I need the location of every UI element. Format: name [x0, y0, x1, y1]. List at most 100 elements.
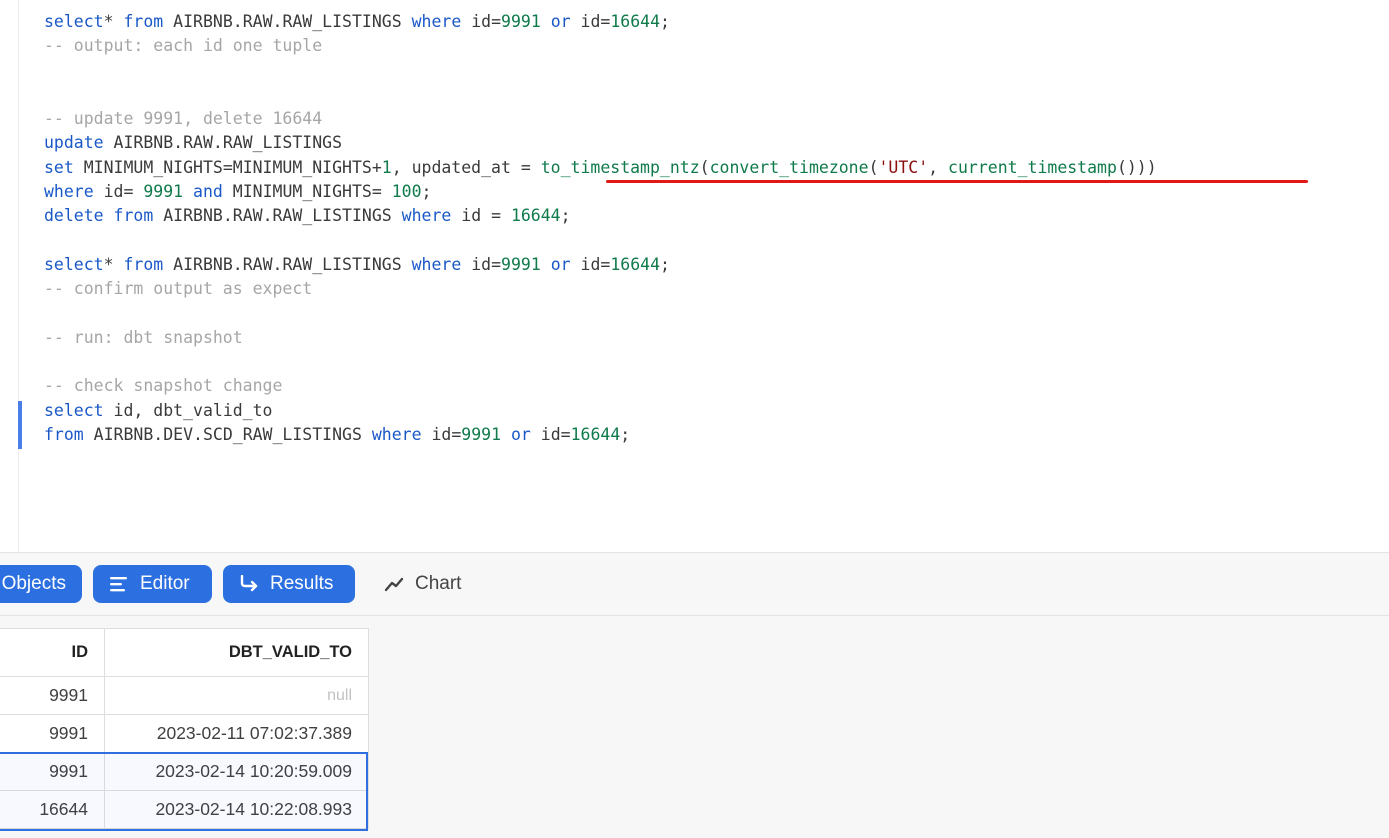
chart-line-icon: [384, 575, 404, 593]
cell-id[interactable]: 9991: [0, 676, 105, 715]
code-line[interactable]: -- confirm output as expect: [44, 277, 1157, 301]
code-token: ;: [660, 12, 670, 31]
code-token: id=: [93, 182, 144, 202]
code-token: ;: [421, 182, 432, 202]
result-toolbar: Objects Editor Results Chart: [0, 552, 1389, 616]
code-token: update: [44, 133, 104, 153]
code-token: select: [44, 12, 104, 31]
code-token: 9991: [501, 254, 541, 274]
table-row[interactable]: 9991 2023-02-11 07:02:37.389: [0, 714, 369, 753]
code-token: 'UTC': [878, 157, 929, 177]
objects-button[interactable]: Objects: [0, 565, 82, 603]
code-token: id=: [530, 425, 571, 445]
active-statement-marker: [18, 401, 22, 449]
code-line[interactable]: delete from AIRBNB.RAW.RAW_LISTINGS wher…: [44, 204, 1157, 228]
code-line[interactable]: -- update 9991, delete 16644: [44, 107, 1157, 131]
code-token: AIRBNB.RAW.RAW_LISTINGS: [163, 254, 412, 274]
code-token: delete: [44, 206, 104, 226]
code-token: ;: [620, 425, 631, 445]
chart-button-label: Chart: [415, 573, 462, 594]
code-token: where: [371, 425, 422, 445]
column-header-dbt-valid-to[interactable]: DBT_VALID_TO: [104, 628, 369, 677]
results-table: ID DBT_VALID_TO 9991 null 9991 2023-02-1…: [0, 628, 369, 829]
code-token: from: [44, 425, 84, 445]
code-token: current_timestamp: [948, 157, 1117, 177]
code-token: where: [411, 12, 462, 31]
results-button[interactable]: Results: [223, 565, 355, 603]
code-token: MINIMUM_NIGHTS=: [222, 182, 392, 202]
cell-dbt-valid-to[interactable]: 2023-02-11 07:02:37.389: [104, 714, 369, 753]
table-row[interactable]: 9991 2023-02-14 10:20:59.009: [0, 752, 369, 791]
code-token: from: [113, 206, 154, 226]
sql-editor[interactable]: select* from AIRBNB.RAW.RAW_LISTINGS whe…: [0, 0, 1389, 552]
code-line[interactable]: update AIRBNB.RAW.RAW_LISTINGS: [44, 131, 1157, 155]
column-header-id[interactable]: ID: [0, 628, 105, 677]
code-token: from: [123, 254, 164, 274]
table-row[interactable]: 16644 2023-02-14 10:22:08.993: [0, 790, 369, 829]
code-token: where: [44, 182, 94, 202]
cell-dbt-valid-to[interactable]: 2023-02-14 10:20:59.009: [104, 752, 369, 791]
cell-id[interactable]: 16644: [0, 790, 105, 829]
code-line[interactable]: -- run: dbt snapshot: [44, 326, 1157, 350]
annotation-underline: [606, 180, 1308, 183]
code-token: , updated_at =: [391, 157, 541, 177]
code-token: MINIMUM_NIGHTS=MINIMUM_NIGHTS+: [73, 157, 382, 177]
code-token: convert_timezone: [709, 157, 869, 177]
code-token: -- check snapshot change: [44, 376, 283, 396]
code-area[interactable]: select* from AIRBNB.RAW.RAW_LISTINGS whe…: [44, 10, 1157, 447]
editor-gutter: [0, 0, 19, 552]
code-token: ;: [660, 254, 670, 274]
code-token: AIRBNB.RAW.RAW_LISTINGS: [103, 133, 343, 153]
code-token: id=: [421, 425, 462, 445]
code-token: id =: [451, 206, 511, 226]
table-row[interactable]: 9991 null: [0, 676, 369, 715]
code-token: ;: [560, 206, 571, 226]
code-token: 9991: [461, 425, 502, 445]
code-line[interactable]: [44, 350, 1157, 374]
results-panel: ID DBT_VALID_TO 9991 null 9991 2023-02-1…: [0, 616, 1389, 838]
code-line[interactable]: -- check snapshot change: [44, 374, 1157, 398]
code-token: *: [103, 12, 124, 31]
code-token: ())): [1116, 157, 1157, 177]
code-token: AIRBNB.RAW.RAW_LISTINGS: [163, 12, 412, 31]
code-token: 16644: [570, 425, 621, 445]
results-button-label: Results: [270, 573, 334, 594]
code-token: id=: [570, 254, 611, 274]
editor-button[interactable]: Editor: [93, 565, 212, 603]
cell-dbt-valid-to[interactable]: null: [104, 676, 369, 715]
cell-id[interactable]: 9991: [0, 752, 105, 791]
code-token: (: [868, 157, 879, 177]
code-token: and: [193, 182, 223, 202]
code-line[interactable]: [44, 83, 1157, 107]
code-line[interactable]: select* from AIRBNB.RAW.RAW_LISTINGS whe…: [44, 10, 1157, 34]
code-token: AIRBNB.RAW.RAW_LISTINGS: [153, 206, 402, 226]
code-token: -- run: dbt snapshot: [44, 327, 243, 347]
code-line[interactable]: select id, dbt_valid_to: [44, 399, 1157, 423]
code-line[interactable]: select* from AIRBNB.RAW.RAW_LISTINGS whe…: [44, 253, 1157, 277]
cell-id[interactable]: 9991: [0, 714, 105, 753]
chart-button[interactable]: Chart: [368, 565, 478, 603]
code-token: where: [411, 254, 462, 274]
editor-lines-icon: [109, 575, 129, 593]
code-token: id, dbt_valid_to: [103, 400, 273, 420]
code-token: or: [550, 254, 571, 274]
code-token: or: [550, 12, 571, 31]
code-line[interactable]: [44, 229, 1157, 253]
code-line[interactable]: from AIRBNB.DEV.SCD_RAW_LISTINGS where i…: [44, 423, 1157, 447]
objects-button-label: Objects: [1, 573, 66, 594]
code-line[interactable]: [44, 302, 1157, 326]
code-token: *: [103, 254, 124, 274]
code-token: 16644: [610, 254, 660, 274]
table-header-row: ID DBT_VALID_TO: [0, 628, 369, 677]
code-line[interactable]: -- output: each id one tuple: [44, 34, 1157, 58]
code-line[interactable]: [44, 59, 1157, 83]
cell-dbt-valid-to[interactable]: 2023-02-14 10:22:08.993: [104, 790, 369, 829]
code-token: -- update 9991, delete 16644: [44, 109, 323, 129]
code-line[interactable]: set MINIMUM_NIGHTS=MINIMUM_NIGHTS+1, upd…: [44, 156, 1157, 180]
code-line[interactable]: where id= 9991 and MINIMUM_NIGHTS= 100;: [44, 180, 1157, 204]
code-token: -- output: each id one tuple: [44, 36, 323, 56]
code-token: to_timestamp_ntz: [540, 157, 700, 177]
